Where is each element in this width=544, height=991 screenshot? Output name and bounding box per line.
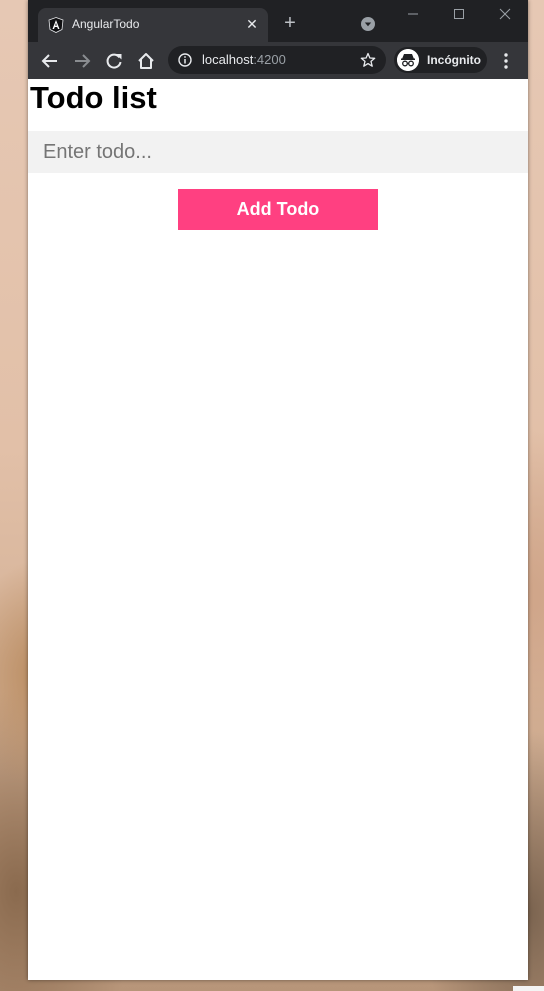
more-vertical-icon[interactable]: [498, 51, 514, 71]
arrow-right-icon[interactable]: [72, 51, 92, 71]
close-icon[interactable]: ✕: [244, 16, 260, 32]
url-port: :4200: [253, 52, 286, 67]
incognito-icon: [397, 49, 419, 71]
browser-window: AngularTodo ✕ + localhost:4200 Incógnito…: [28, 0, 528, 980]
tab-strip: AngularTodo ✕ +: [28, 0, 528, 42]
profile-label: Incógnito: [427, 53, 481, 67]
profile-button[interactable]: Incógnito: [394, 47, 487, 73]
taskbar-edge: [513, 986, 544, 991]
page-title: Todo list: [30, 80, 157, 115]
close-window-icon[interactable]: [490, 4, 520, 24]
todo-input[interactable]: [28, 131, 528, 173]
add-todo-button[interactable]: Add Todo: [178, 189, 378, 230]
maximize-icon[interactable]: [444, 4, 474, 24]
tab-angular-todo[interactable]: AngularTodo ✕: [38, 8, 268, 42]
minimize-icon[interactable]: [398, 4, 428, 24]
browser-toolbar: localhost:4200 Incógnito: [28, 42, 528, 79]
info-icon[interactable]: [178, 53, 192, 67]
tab-title: AngularTodo: [72, 17, 140, 31]
page-content: Todo list Add Todo: [28, 79, 528, 980]
reload-icon[interactable]: [104, 51, 124, 71]
url-text: localhost:4200: [202, 52, 286, 67]
url-host: localhost: [202, 52, 254, 67]
arrow-left-icon[interactable]: [40, 51, 60, 71]
angular-logo-icon: [48, 17, 64, 33]
home-icon[interactable]: [136, 51, 156, 71]
plus-icon[interactable]: +: [280, 13, 300, 33]
address-bar[interactable]: localhost:4200: [168, 46, 386, 74]
chevron-down-circle-icon[interactable]: [361, 17, 375, 31]
star-icon[interactable]: [360, 52, 376, 68]
